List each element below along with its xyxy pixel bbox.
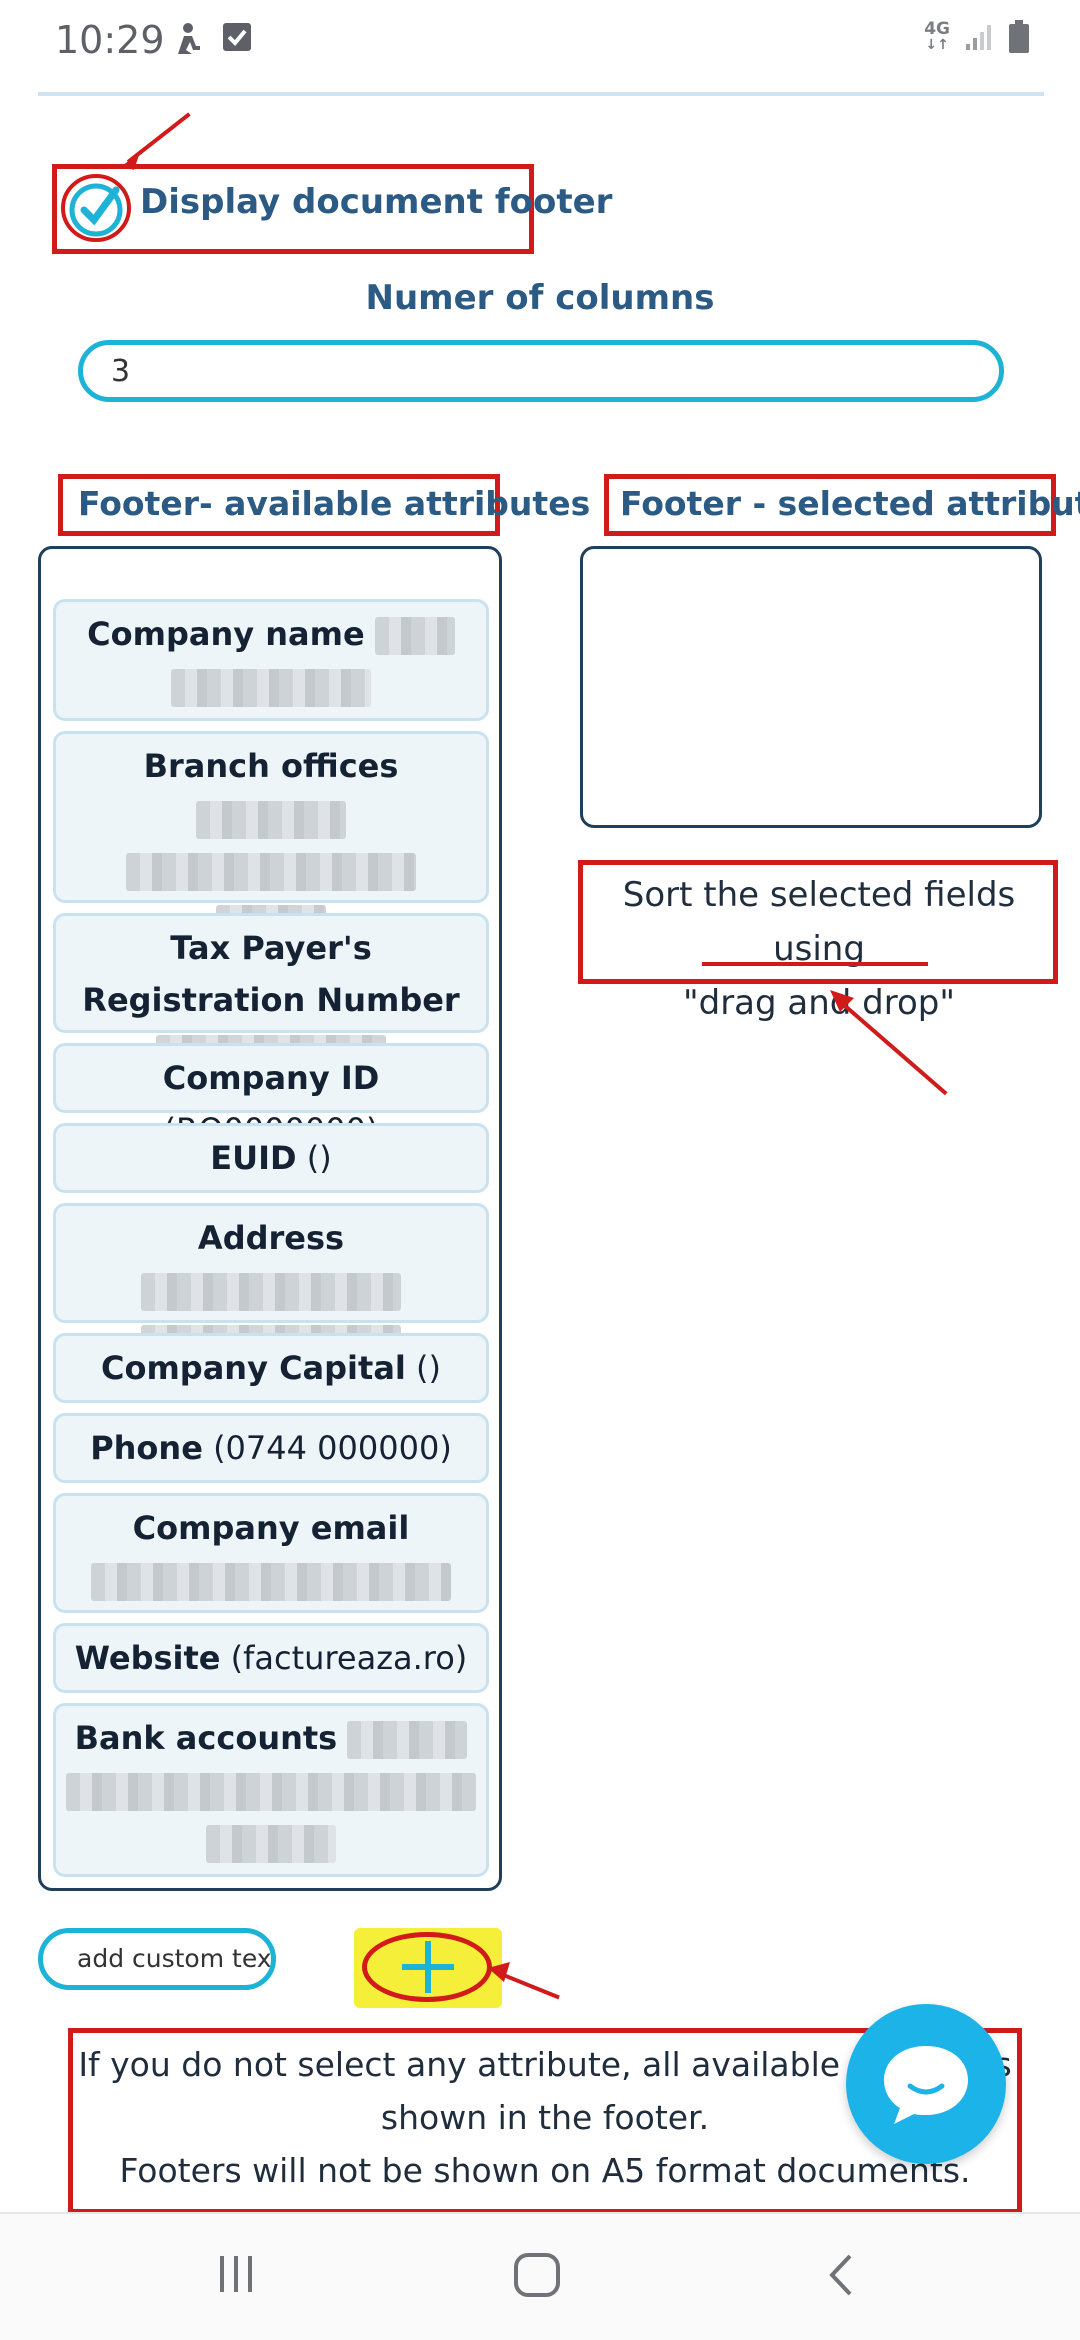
attribute-euid[interactable]: EUID () bbox=[53, 1123, 489, 1193]
annotation-underline bbox=[702, 962, 928, 966]
status-bar: 10:29 4G ↓↑ bbox=[0, 0, 1080, 88]
attribute-value: (factureaza.ro) bbox=[230, 1639, 468, 1677]
blurred-value bbox=[141, 1273, 401, 1311]
attribute-company-capital[interactable]: Company Capital () bbox=[53, 1333, 489, 1403]
attribute-branch-offices[interactable]: Branch offices bbox=[53, 731, 489, 943]
status-right: 4G ↓↑ bbox=[924, 20, 1030, 54]
blurred-value bbox=[374, 617, 455, 655]
attribute-company-email[interactable]: Company email bbox=[53, 1493, 489, 1613]
available-attributes-title: Footer- available attributes bbox=[78, 484, 591, 523]
blurred-value bbox=[196, 801, 346, 839]
back-icon[interactable] bbox=[824, 2252, 858, 2298]
attribute-label: Company Capital bbox=[100, 1349, 406, 1387]
blurred-value bbox=[126, 853, 416, 891]
chat-button[interactable] bbox=[846, 2004, 1006, 2164]
attribute-phone[interactable]: Phone (0744 000000) bbox=[53, 1413, 489, 1483]
blurred-value bbox=[91, 1563, 451, 1601]
attribute-label: Company ID bbox=[162, 1059, 380, 1097]
home-icon[interactable] bbox=[512, 2252, 562, 2298]
sort-hint-line2: "drag and drop" bbox=[682, 983, 956, 1023]
attribute-tax-payer-registration[interactable]: Tax Payer's Registration Number bbox=[53, 913, 489, 1073]
attribute-value: (0744 000000) bbox=[213, 1429, 452, 1467]
sort-hint-line1: Sort the selected fields using bbox=[622, 875, 1016, 969]
blurred-value bbox=[206, 1825, 336, 1863]
attribute-label: Company name bbox=[87, 615, 365, 653]
signal-icon bbox=[966, 25, 991, 50]
annotation-arrowhead bbox=[830, 990, 854, 1012]
accessibility-icon bbox=[178, 23, 200, 54]
attribute-website[interactable]: Website (factureaza.ro) bbox=[53, 1623, 489, 1693]
attribute-label: Company email bbox=[132, 1509, 410, 1547]
attribute-label: Tax Payer's Registration Number bbox=[82, 929, 460, 1019]
top-divider bbox=[38, 92, 1044, 96]
attribute-label: EUID bbox=[210, 1139, 297, 1177]
system-nav-bar bbox=[0, 2212, 1080, 2340]
attribute-value: () bbox=[416, 1349, 442, 1387]
recent-apps-icon[interactable] bbox=[214, 2252, 258, 2296]
custom-text-input[interactable]: add custom tex bbox=[38, 1928, 276, 1990]
attribute-value: () bbox=[306, 1139, 332, 1177]
blurred-value bbox=[347, 1721, 468, 1759]
battery-icon bbox=[1009, 20, 1029, 53]
checkbox-notification-icon bbox=[223, 23, 251, 51]
attribute-label: Address bbox=[197, 1219, 345, 1257]
selected-attributes-title: Footer - selected attributes bbox=[620, 484, 1080, 523]
columns-input[interactable] bbox=[78, 340, 1004, 402]
plus-icon-vertical bbox=[425, 1941, 431, 1993]
sort-hint: Sort the selected fields using "drag and… bbox=[584, 868, 1054, 1030]
info-line3: Footers will not be shown on A5 format d… bbox=[119, 2151, 971, 2190]
attribute-label: Branch offices bbox=[143, 747, 399, 785]
attribute-bank-accounts[interactable]: Bank accounts bbox=[53, 1703, 489, 1877]
network-type: 4G ↓↑ bbox=[924, 19, 950, 54]
columns-label: Numer of columns bbox=[365, 278, 715, 318]
footer-toggle[interactable]: Display document footer bbox=[52, 164, 612, 254]
blurred-value bbox=[66, 1773, 476, 1811]
selected-attributes-dropzone[interactable] bbox=[580, 546, 1042, 828]
chat-icon bbox=[884, 2046, 968, 2124]
available-attributes-list: Company name Branch offices Tax Payer's … bbox=[38, 546, 502, 1891]
blurred-value bbox=[171, 669, 371, 707]
attribute-label: Phone bbox=[90, 1429, 203, 1467]
footer-toggle-label[interactable]: Display document footer bbox=[140, 182, 612, 222]
checkbox-checked-icon[interactable] bbox=[60, 172, 132, 244]
status-time: 10:29 bbox=[55, 18, 165, 62]
attribute-label: Bank accounts bbox=[74, 1719, 338, 1757]
add-custom-text-button[interactable] bbox=[354, 1928, 502, 2008]
attribute-company-name[interactable]: Company name bbox=[53, 599, 489, 721]
attribute-label: Website bbox=[74, 1639, 221, 1677]
annotation-arrowhead bbox=[488, 1962, 510, 1982]
attribute-company-id[interactable]: Company ID (RO0000000) bbox=[53, 1043, 489, 1149]
attribute-address[interactable]: Address bbox=[53, 1203, 489, 1363]
